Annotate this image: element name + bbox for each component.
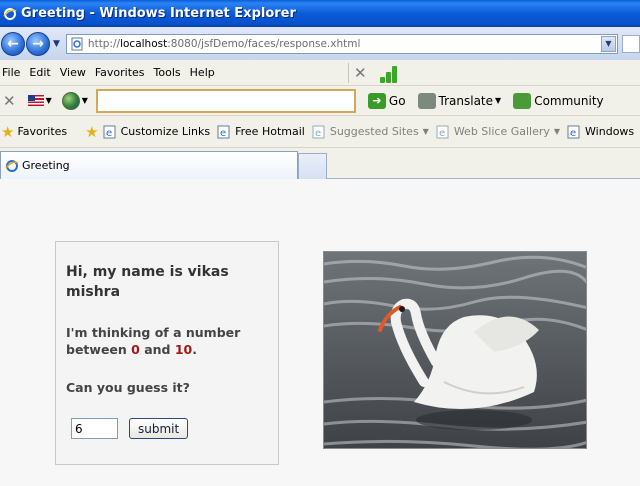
- menu-file[interactable]: File: [0, 66, 26, 79]
- window-titlebar: Greeting - Windows Internet Explorer: [0, 0, 640, 27]
- go-button[interactable]: ➜ Go: [367, 92, 406, 109]
- menu-tools[interactable]: Tools: [151, 66, 187, 79]
- ie-page-icon: e: [312, 125, 325, 139]
- page-content: Hi, my name is vikas mishra I'm thinking…: [0, 180, 640, 486]
- forward-arrow-icon: →: [32, 35, 44, 52]
- number-range-text: I'm thinking of a number between 0 and 1…: [66, 325, 241, 357]
- translate-dropdown-icon: ▼: [495, 96, 502, 105]
- menu-help[interactable]: Help: [187, 66, 221, 79]
- go-arrow-icon: ➜: [367, 92, 386, 109]
- signal-bars-icon[interactable]: [378, 65, 400, 83]
- submit-button[interactable]: submit: [129, 418, 189, 439]
- us-flag-icon[interactable]: [27, 95, 44, 106]
- address-url[interactable]: http://localhost:8080/jsfDemo/faces/resp…: [88, 38, 360, 50]
- forward-button[interactable]: →: [26, 31, 50, 56]
- greeting-panel: Hi, my name is vikas mishra I'm thinking…: [55, 241, 279, 465]
- address-bar[interactable]: http://localhost:8080/jsfDemo/faces/resp…: [65, 33, 618, 54]
- favorites-star-icon: ★: [1, 122, 15, 141]
- guess-question: Can you guess it?: [66, 380, 190, 395]
- add-favorites-icon[interactable]: ★: [85, 123, 98, 141]
- close-toolbar-icon[interactable]: ✕: [3, 92, 16, 110]
- svg-text:e: e: [439, 128, 445, 139]
- range-max: 10: [174, 342, 193, 357]
- globe-icon[interactable]: [61, 91, 80, 110]
- favorite-link-windows[interactable]: e Windows: [567, 125, 634, 139]
- range-min: 0: [131, 342, 140, 357]
- back-button[interactable]: ←: [1, 31, 25, 56]
- ie-page-icon: e: [217, 125, 230, 139]
- svg-text:e: e: [220, 128, 226, 139]
- greeting-heading: Hi, my name is vikas mishra: [66, 264, 229, 300]
- svg-text:e: e: [106, 128, 112, 139]
- translate-icon: [417, 92, 436, 109]
- ie-page-icon: e: [103, 125, 116, 139]
- ie-page-icon: e: [436, 125, 449, 139]
- close-toolbar-icon[interactable]: ✕: [354, 64, 367, 82]
- swan-image: [323, 251, 587, 449]
- history-dropdown-icon[interactable]: ▼: [53, 39, 60, 49]
- flag-dropdown-icon[interactable]: ▼: [46, 96, 52, 105]
- favorite-link-web-slice-gallery[interactable]: e Web Slice Gallery ▼: [436, 125, 560, 139]
- ie-logo-icon: [3, 7, 17, 20]
- search-input[interactable]: [95, 88, 356, 113]
- menu-favorites[interactable]: Favorites: [92, 66, 151, 79]
- page-icon: [71, 37, 83, 50]
- new-tab-button[interactable]: [298, 153, 327, 179]
- ie-logo-icon: [5, 159, 19, 172]
- svg-text:e: e: [315, 128, 321, 139]
- favorites-button[interactable]: Favorites: [17, 125, 67, 138]
- community-button[interactable]: Community: [513, 92, 604, 109]
- search-toolbar: ✕ ▼ ▼ ➜ Go Translate ▼ Community: [0, 86, 640, 116]
- menu-view[interactable]: View: [57, 66, 92, 79]
- back-arrow-icon: ←: [7, 35, 19, 52]
- translate-button[interactable]: Translate ▼: [417, 92, 502, 109]
- svg-text:e: e: [570, 128, 576, 139]
- chevron-down-icon: ▼: [553, 127, 561, 136]
- favorites-bar: ★ Favorites ★ e Customize Links e Free H…: [0, 116, 640, 148]
- ie-page-icon: e: [567, 125, 580, 139]
- menu-edit[interactable]: Edit: [26, 66, 56, 79]
- address-dropdown-icon[interactable]: ▼: [600, 35, 616, 52]
- window-title: Greeting - Windows Internet Explorer: [21, 6, 296, 21]
- menu-bar: File Edit View Favorites Tools Help ✕: [0, 60, 640, 86]
- chevron-down-icon: ▼: [422, 127, 429, 136]
- favorite-link-customize[interactable]: e Customize Links: [103, 125, 210, 139]
- guess-form: submit: [71, 418, 268, 439]
- globe-dropdown-icon[interactable]: ▼: [82, 96, 88, 105]
- tab-greeting[interactable]: Greeting: [0, 151, 298, 179]
- favorite-link-hotmail[interactable]: e Free Hotmail: [217, 125, 305, 139]
- menu-separator: [348, 63, 349, 83]
- community-icon: [513, 92, 532, 109]
- guess-input[interactable]: [71, 418, 118, 439]
- refresh-button[interactable]: [621, 34, 640, 53]
- tab-bar: Greeting: [0, 148, 640, 179]
- favorite-link-suggested-sites[interactable]: e Suggested Sites ▼: [312, 125, 429, 139]
- address-row: ← → ▼ http://localhost:8080/jsfDemo/face…: [0, 27, 640, 60]
